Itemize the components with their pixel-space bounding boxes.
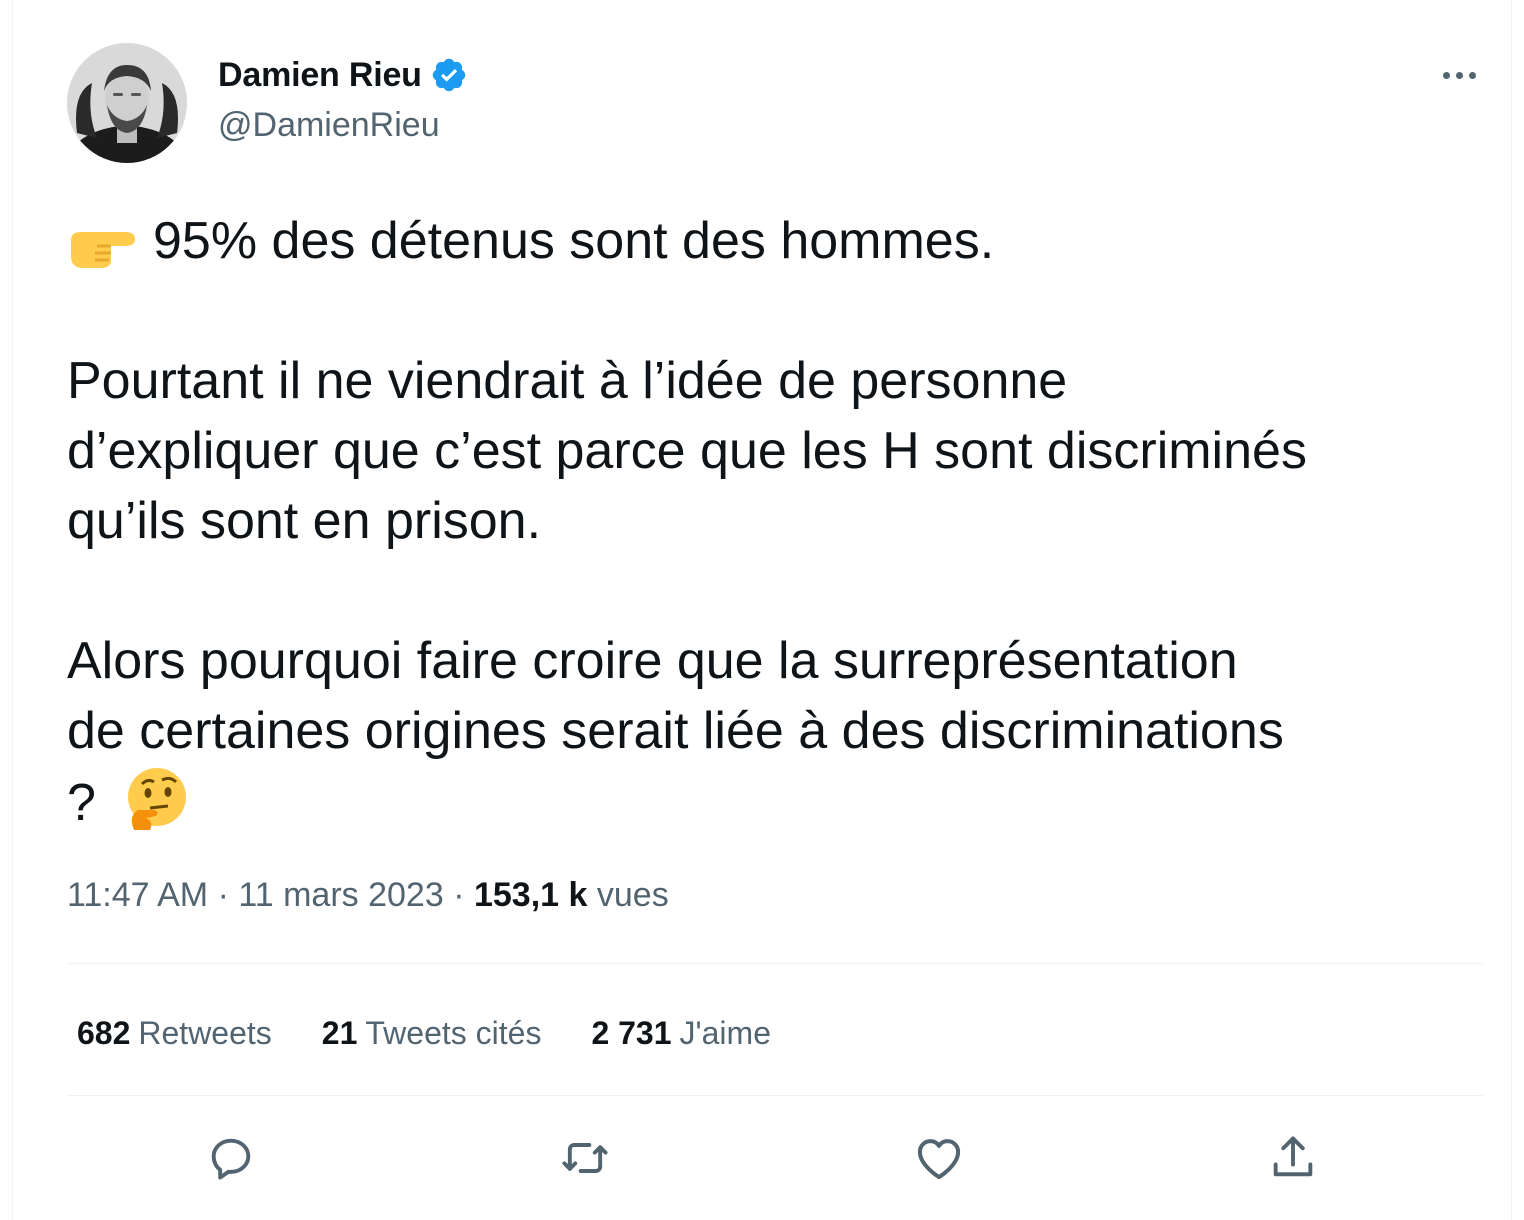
divider bbox=[67, 963, 1483, 964]
tweet-date[interactable]: 11 mars 2023 bbox=[238, 876, 443, 914]
tweet-paragraph-3-line-1: Alors pourquoi faire croire que la surre… bbox=[67, 632, 1238, 690]
retweet-icon bbox=[562, 1143, 608, 1173]
more-options-icon[interactable] bbox=[1433, 55, 1485, 95]
tweet-text: 95% des détenus sont des hommes. Pourtan… bbox=[67, 206, 1497, 838]
author-name-row: Damien Rieu bbox=[218, 52, 468, 98]
likes-label: J'aime bbox=[679, 1014, 771, 1051]
views-label: vues bbox=[596, 876, 669, 914]
share-button[interactable] bbox=[1261, 1126, 1325, 1190]
retweets-stat[interactable]: 682 Retweets bbox=[77, 1015, 272, 1052]
quote-tweets-count: 21 bbox=[321, 1014, 358, 1051]
meta-separator: · bbox=[208, 876, 239, 914]
tweet-card: Damien Rieu @DamienRieu 95% des détenus … bbox=[12, 0, 1512, 1220]
tweet-paragraph-3-line-2: de certaines origines serait liée à des … bbox=[67, 702, 1284, 760]
reply-button[interactable] bbox=[199, 1126, 263, 1190]
tweet-meta: 11:47 AM · 11 mars 2023 · 153,1 k vues bbox=[67, 876, 669, 915]
backhand-index-pointing-right-icon bbox=[71, 232, 135, 268]
tweet-paragraph-2-line-2: d’expliquer que c’est parce que les H so… bbox=[67, 422, 1307, 480]
reply-icon bbox=[211, 1138, 251, 1180]
author-handle[interactable]: @DamienRieu bbox=[218, 106, 440, 145]
avatar[interactable] bbox=[67, 43, 187, 163]
retweet-button[interactable] bbox=[553, 1126, 617, 1190]
meta-separator: · bbox=[443, 876, 474, 914]
tweet-paragraph-2-line-1: Pourtant il ne viendrait à l’idée de per… bbox=[67, 352, 1068, 410]
quote-tweets-label: Tweets cités bbox=[365, 1014, 542, 1051]
like-button[interactable] bbox=[907, 1126, 971, 1190]
share-icon bbox=[1273, 1136, 1313, 1177]
verified-badge-icon bbox=[432, 58, 465, 92]
views-count: 153,1 k bbox=[473, 876, 588, 914]
quote-tweets-stat[interactable]: 21 Tweets cités bbox=[322, 1015, 542, 1052]
tweet-actions bbox=[13, 1126, 1513, 1190]
likes-stat[interactable]: 2 731 J'aime bbox=[591, 1015, 771, 1052]
author-display-name[interactable]: Damien Rieu bbox=[218, 56, 422, 95]
tweet-stats: 682 Retweets 21 Tweets cités 2 731 J'aime bbox=[77, 1010, 821, 1056]
divider bbox=[67, 1095, 1483, 1096]
tweet-line-1-text: 95% des détenus sont des hommes. bbox=[153, 212, 995, 270]
tweet-time[interactable]: 11:47 AM bbox=[67, 876, 208, 914]
thinking-face-icon bbox=[128, 768, 187, 830]
tweet-paragraph-3-line-3: ? bbox=[67, 766, 1497, 838]
avatar-photo bbox=[67, 43, 187, 163]
question-mark: ? bbox=[67, 774, 96, 832]
likes-count: 2 731 bbox=[591, 1014, 672, 1051]
tweet-paragraph-2-line-3: qu’ils sont en prison. bbox=[67, 492, 542, 550]
tweet-line-1: 95% des détenus sont des hommes. bbox=[67, 206, 1497, 276]
like-heart-icon bbox=[917, 1139, 961, 1180]
retweets-count: 682 bbox=[77, 1014, 131, 1051]
retweets-label: Retweets bbox=[138, 1014, 272, 1051]
